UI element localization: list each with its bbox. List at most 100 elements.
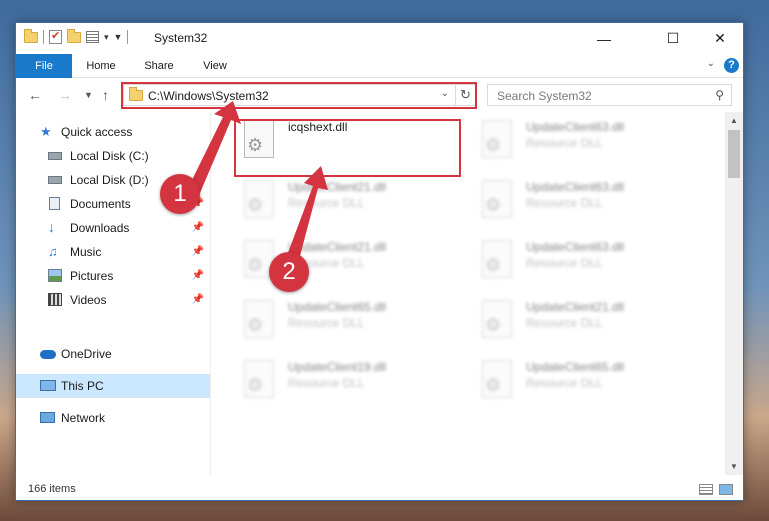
details-view-icon[interactable]: [699, 484, 713, 495]
file-item[interactable]: UpdateClient65.dll Resource DLL: [476, 354, 700, 406]
tab-home[interactable]: Home: [78, 54, 124, 78]
tab-share[interactable]: Share: [134, 54, 184, 78]
sidebar-item-label: Documents: [70, 197, 131, 211]
file-type: Resource DLL: [288, 316, 365, 330]
sidebar-item-label: Local Disk (D:): [70, 173, 149, 187]
title-bar: ▾ ▼ System32 — ☐ ✕: [16, 23, 743, 54]
window-title: System32: [154, 31, 208, 45]
toolbar-divider: [43, 30, 44, 44]
properties-icon[interactable]: [86, 31, 99, 43]
dll-file-icon: [482, 180, 512, 218]
sidebar-item-downloads[interactable]: ↓ Downloads 📌: [16, 216, 210, 240]
file-item[interactable]: UpdateClient21.dll Resource DLL: [476, 294, 700, 346]
search-input[interactable]: Search System32: [497, 89, 592, 103]
sidebar-item-pictures[interactable]: Pictures 📌: [16, 264, 210, 288]
drive-icon: [48, 152, 62, 160]
sidebar-item-label: Music: [70, 245, 102, 259]
computer-icon: [40, 380, 56, 391]
sidebar-item-onedrive[interactable]: OneDrive: [16, 342, 210, 366]
file-name: UpdateClient65.dll: [288, 300, 387, 314]
file-item[interactable]: UpdateClient65.dll Resource DLL: [238, 294, 462, 346]
sidebar-item-label: Downloads: [70, 221, 130, 235]
file-name: UpdateClient21.dll: [288, 240, 387, 254]
tab-view[interactable]: View: [192, 54, 238, 78]
customize-toolbar-dropdown-icon[interactable]: ▼: [114, 32, 123, 42]
sidebar-item-label: Network: [61, 411, 106, 425]
back-arrow-icon[interactable]: ←: [28, 87, 42, 103]
dll-file-icon: [482, 120, 512, 158]
dll-file-icon: [244, 360, 274, 398]
search-icon[interactable]: ⚲: [715, 88, 724, 102]
vertical-scrollbar[interactable]: ▲ ▼: [725, 112, 743, 475]
pin-icon[interactable]: 📌: [192, 264, 204, 288]
file-name: UpdateClient21.dll: [526, 300, 625, 314]
sidebar-item-videos[interactable]: Videos 📌: [16, 288, 210, 312]
file-name: UpdateClient63.dll: [526, 240, 625, 254]
cloud-icon: [40, 350, 56, 359]
sidebar-item-quick-access[interactable]: ★ Quick access: [16, 120, 210, 144]
dll-file-icon: [482, 300, 512, 338]
toolbar-divider: [127, 30, 129, 44]
star-icon: ★: [40, 124, 52, 139]
search-box[interactable]: Search System32 ⚲: [487, 84, 732, 106]
help-icon[interactable]: ?: [724, 58, 739, 73]
sidebar-item-music[interactable]: ♫ Music 📌: [16, 240, 210, 264]
network-icon: [40, 412, 55, 423]
scrollbar-thumb[interactable]: [728, 130, 740, 178]
recent-locations-icon[interactable]: ▼: [84, 90, 93, 100]
file-type: Resource DLL: [526, 196, 603, 210]
item-count: 166 items: [28, 483, 76, 495]
documents-icon: [49, 197, 60, 210]
drive-icon: [48, 176, 62, 184]
new-folder-icon[interactable]: [67, 28, 81, 43]
videos-icon: [48, 293, 62, 306]
folder-icon: [24, 28, 38, 43]
quick-access-toolbar: ▾ ▼: [24, 28, 129, 44]
sidebar-item-local-disk-c[interactable]: Local Disk (C:): [16, 144, 210, 168]
music-icon: ♫: [48, 244, 58, 259]
properties-check-icon[interactable]: [49, 29, 62, 44]
file-item[interactable]: UpdateClient19.dll Resource DLL: [238, 354, 462, 406]
pin-icon[interactable]: 📌: [192, 288, 204, 312]
pictures-icon: [48, 269, 62, 282]
up-arrow-icon[interactable]: ↑: [102, 87, 109, 103]
sidebar-item-network[interactable]: Network: [16, 406, 210, 430]
file-type: Resource DLL: [288, 376, 365, 390]
dll-file-icon: [482, 360, 512, 398]
pin-icon[interactable]: 📌: [192, 240, 204, 264]
customize-toolbar-arrow-icon[interactable]: ▾: [104, 32, 109, 43]
sidebar-item-label: OneDrive: [61, 347, 112, 361]
sidebar-item-label: Local Disk (C:): [70, 149, 149, 163]
minimize-button[interactable]: —: [581, 23, 627, 54]
sidebar-item-label: Videos: [70, 293, 107, 307]
dll-file-icon: [482, 240, 512, 278]
expand-ribbon-icon[interactable]: ⌄: [707, 58, 715, 69]
close-button[interactable]: ✕: [697, 23, 743, 54]
file-highlight: [234, 119, 461, 177]
large-icons-view-icon[interactable]: [719, 484, 733, 495]
sidebar-item-label: Pictures: [70, 269, 114, 283]
download-icon: ↓: [48, 219, 55, 235]
file-name: UpdateClient63.dll: [526, 120, 625, 134]
file-item[interactable]: UpdateClient63.dll Resource DLL: [476, 114, 700, 166]
status-bar: 166 items: [16, 476, 743, 500]
file-type: Resource DLL: [526, 136, 603, 150]
tab-file[interactable]: File: [16, 54, 72, 78]
sidebar-item-this-pc[interactable]: This PC: [16, 374, 210, 398]
step-1-badge: 1: [160, 174, 200, 214]
sidebar-item-label: This PC: [61, 379, 104, 393]
forward-arrow-icon[interactable]: →: [58, 87, 72, 103]
file-item[interactable]: UpdateClient63.dll Resource DLL: [476, 174, 700, 226]
address-bar-highlight: [121, 82, 477, 109]
scroll-down-icon[interactable]: ▼: [725, 462, 743, 471]
file-item[interactable]: UpdateClient21.dll Resource DLL: [238, 174, 462, 226]
file-name: UpdateClient65.dll: [526, 360, 625, 374]
scroll-up-icon[interactable]: ▲: [725, 116, 743, 125]
file-name: UpdateClient19.dll: [288, 360, 387, 374]
file-item[interactable]: UpdateClient63.dll Resource DLL: [476, 234, 700, 286]
step-2-badge: 2: [269, 252, 309, 292]
maximize-button[interactable]: ☐: [650, 23, 696, 54]
dll-file-icon: [244, 180, 274, 218]
file-name: UpdateClient63.dll: [526, 180, 625, 194]
pin-icon[interactable]: 📌: [192, 216, 204, 240]
